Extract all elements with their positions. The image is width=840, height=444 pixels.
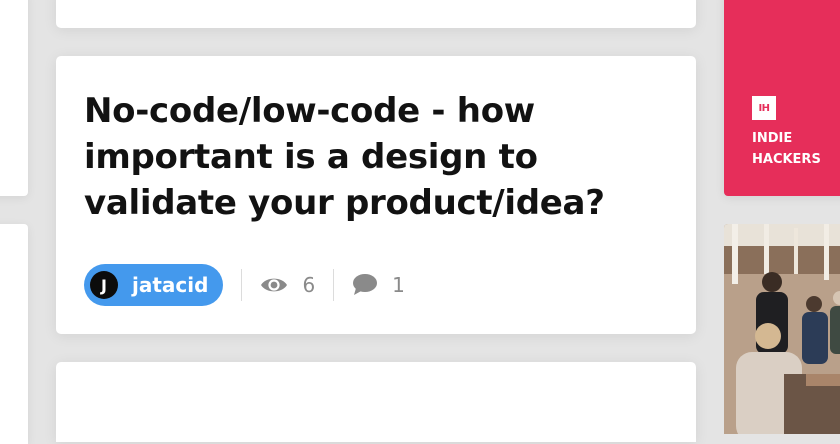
neighbor-card-left-top[interactable] bbox=[0, 0, 28, 196]
speech-bubble-icon bbox=[352, 273, 378, 297]
post-title[interactable]: No-code/low-code - how important is a de… bbox=[84, 88, 664, 226]
indie-hackers-card[interactable]: IH INDIE HACKERS bbox=[724, 0, 840, 196]
post-card[interactable]: No-code/low-code - how important is a de… bbox=[56, 56, 696, 334]
comments-count: 1 bbox=[392, 273, 405, 297]
post-meta: J jatacid 6 1 bbox=[84, 264, 405, 306]
views-count: 6 bbox=[302, 273, 316, 297]
author-avatar[interactable]: J bbox=[90, 271, 118, 299]
neighbor-card-left-bottom[interactable] bbox=[0, 224, 28, 444]
views-stat: 6 bbox=[260, 273, 315, 297]
indie-hackers-label: INDIE HACKERS bbox=[752, 131, 821, 167]
comments-stat[interactable]: 1 bbox=[352, 273, 405, 297]
indie-hackers-logo: IH bbox=[752, 96, 776, 120]
meta-divider bbox=[241, 269, 243, 301]
meta-divider bbox=[333, 269, 335, 301]
author-name[interactable]: jatacid bbox=[132, 273, 208, 297]
author-pill[interactable]: J jatacid bbox=[84, 264, 224, 306]
indie-hackers-text: INDIE HACKERS bbox=[752, 128, 821, 170]
next-post-card[interactable] bbox=[56, 362, 696, 442]
event-photo[interactable] bbox=[724, 224, 840, 434]
eye-icon bbox=[260, 275, 288, 295]
previous-post-card[interactable] bbox=[56, 0, 696, 28]
